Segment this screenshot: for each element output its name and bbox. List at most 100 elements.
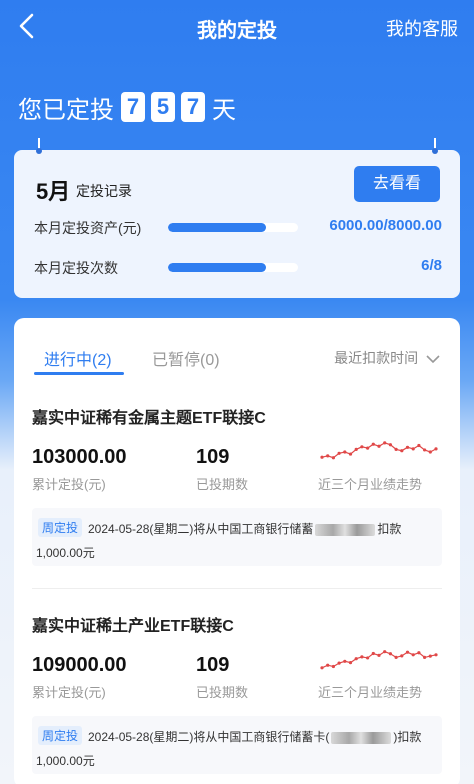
trend-point (337, 661, 341, 665)
customer-service-link[interactable]: 我的客服 (386, 15, 458, 41)
trend-point (354, 657, 358, 661)
trend-point (394, 447, 398, 451)
trend-point (411, 447, 415, 451)
trend-label: 近三个月业绩走势 (318, 685, 423, 700)
trend-point (360, 445, 364, 449)
debit-amount: 1,000.00元 (36, 754, 95, 768)
fund-plan-item[interactable]: 嘉实中证稀土产业ETF联接C 109000.00 累计定投(元) 109 已投期… (14, 612, 460, 784)
trend-point (400, 449, 404, 453)
trend-point (326, 454, 330, 458)
trend-point (417, 651, 421, 655)
masked-card-number (315, 523, 376, 536)
trend-point (366, 656, 370, 660)
days-prefix: 您已定投 (18, 96, 114, 124)
fund-plan-item[interactable]: 嘉实中证稀有金属主题ETF联接C 103000.00 累计定投(元) 109 已… (14, 404, 460, 596)
sort-label: 最近扣款时间 (334, 350, 419, 366)
monthly-summary-card: 5月 定投记录 去看看 本月定投资产(元) 6000.00/8000.00 本月… (14, 138, 460, 298)
invest-days-counter: 您已定投 7 5 7 天 (18, 90, 236, 124)
debit-notice: 周定投 2024-05-28(星期二)将从中国工商银行储蓄 扣款 1,000.00… (32, 508, 442, 566)
weekly-plan-tag: 周定投 (38, 518, 83, 537)
trend-point (337, 451, 341, 455)
total-invested-value: 109000.00 (32, 654, 127, 676)
tab-in-progress[interactable]: 进行中(2) (44, 346, 112, 370)
monthly-assets-progress (168, 223, 298, 232)
notice-text: 2024-05-28(星期二)将从中国工商银行储蓄 (88, 522, 314, 536)
progress-fill (168, 263, 266, 272)
plan-list-card: 进行中(2) 已暂停(0) 最近扣款时间 嘉实中证稀有金属主题ETF联接C 10… (14, 318, 460, 784)
month-record-label: 定投记录 (76, 183, 132, 199)
trend-point (411, 653, 415, 657)
fund-name: 嘉实中证稀土产业ETF联接C (32, 618, 234, 635)
trend-label: 近三个月业绩走势 (318, 477, 423, 492)
periods-value: 109 (196, 654, 230, 676)
trend-point (428, 450, 432, 454)
fund-name: 嘉实中证稀有金属主题ETF联接C (32, 410, 266, 427)
weekly-plan-tag: 周定投 (38, 726, 83, 745)
trend-point (428, 654, 432, 658)
pin-icon (36, 138, 42, 156)
debit-notice-text: 2024-05-28(星期二)将从中国工商银行储蓄卡( )扣款 (88, 728, 421, 745)
monthly-count-label: 本月定投次数 (34, 260, 118, 276)
monthly-assets-value: 6000.00/8000.00 (329, 217, 442, 234)
notice-tail: )扣款 (393, 730, 422, 744)
view-records-button[interactable]: 去看看 (354, 166, 440, 202)
trend-point (343, 450, 347, 454)
trend-point (377, 444, 381, 448)
trend-point (348, 661, 353, 665)
chevron-down-icon (426, 355, 440, 364)
active-tab-indicator (34, 372, 124, 375)
trend-point (388, 443, 392, 447)
sort-dropdown[interactable]: 最近扣款时间 (334, 348, 440, 368)
trend-sparkline (320, 650, 438, 670)
trend-point (331, 456, 335, 460)
divider (32, 588, 442, 589)
trend-point (377, 653, 381, 657)
debit-notice-text: 2024-05-28(星期二)将从中国工商银行储蓄 扣款 (88, 520, 401, 537)
header: 我的定投 我的客服 (0, 0, 474, 52)
trend-point (343, 659, 347, 663)
days-digit: 7 (121, 92, 145, 122)
notice-tail: 扣款 (377, 522, 402, 536)
trend-point (320, 455, 324, 459)
total-invested-label: 累计定投(元) (32, 685, 106, 700)
trend-point (371, 651, 375, 656)
monthly-count-value: 6/8 (421, 257, 442, 274)
trend-point (434, 653, 438, 657)
trend-point (417, 443, 421, 448)
trend-point (383, 441, 387, 445)
trend-point (354, 447, 358, 451)
periods-label: 已投期数 (196, 685, 249, 700)
periods-value: 109 (196, 446, 230, 468)
notice-text: 2024-05-28(星期二)将从中国工商银行储蓄卡( (88, 730, 330, 744)
trend-point (383, 650, 387, 654)
tab-paused[interactable]: 已暂停(0) (152, 346, 220, 370)
trend-point (320, 666, 324, 670)
progress-fill (168, 223, 266, 232)
trend-point (388, 652, 392, 656)
pin-icon (432, 138, 438, 156)
trend-point (348, 452, 353, 456)
trend-point (423, 448, 427, 452)
periods-label: 已投期数 (196, 477, 249, 492)
trend-point (400, 654, 404, 658)
trend-point (423, 655, 427, 659)
monthly-assets-label: 本月定投资产(元) (34, 220, 142, 236)
trend-point (405, 445, 410, 449)
trend-point (434, 447, 438, 451)
trend-point (394, 655, 398, 659)
masked-card-number (331, 731, 392, 744)
trend-point (371, 442, 375, 446)
debit-notice: 周定投 2024-05-28(星期二)将从中国工商银行储蓄卡( )扣款 1,000… (32, 716, 442, 774)
days-digit: 7 (181, 92, 205, 122)
trend-point (331, 664, 335, 669)
days-suffix: 天 (212, 96, 236, 124)
total-invested-value: 103000.00 (32, 446, 127, 468)
debit-amount: 1,000.00元 (36, 546, 95, 560)
trend-point (326, 663, 330, 667)
trend-sparkline (320, 441, 438, 460)
days-digit: 5 (151, 92, 175, 122)
month-label: 5月 (36, 179, 71, 204)
trend-point (360, 655, 364, 659)
monthly-count-progress (168, 263, 298, 272)
total-invested-label: 累计定投(元) (32, 477, 106, 492)
